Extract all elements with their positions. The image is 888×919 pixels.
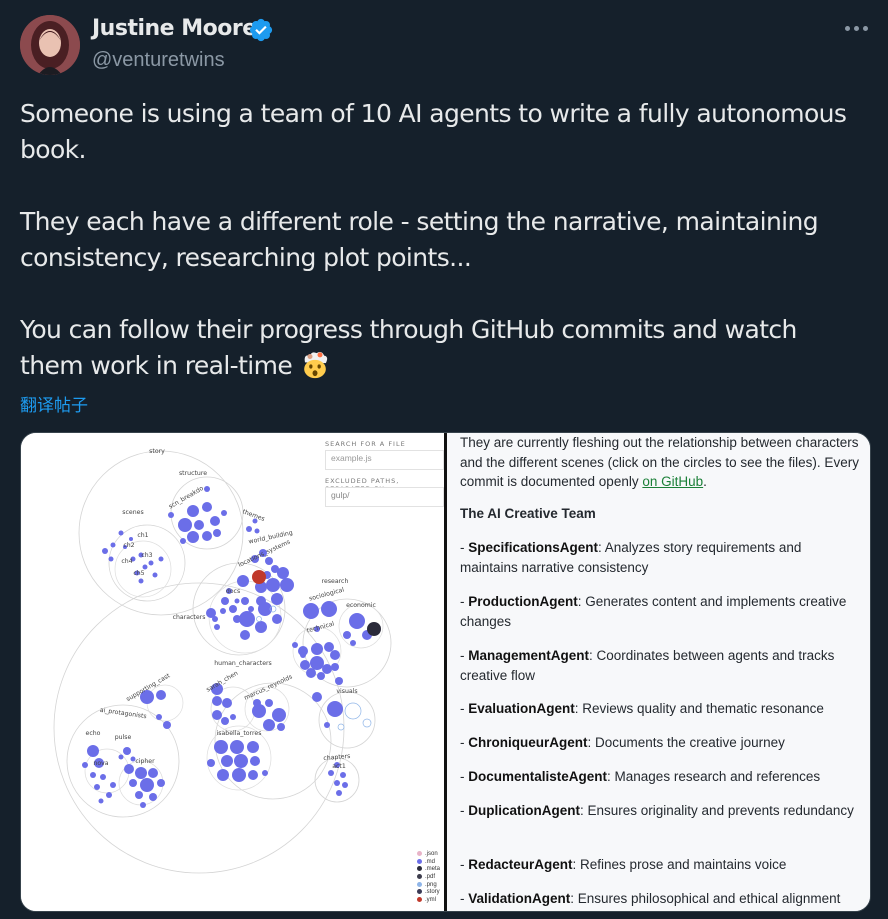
tweet-paragraph-3: You can follow their progress through Gi…: [20, 312, 865, 384]
label-human-characters: human_characters: [214, 660, 272, 667]
search-file-input[interactable]: example.js: [325, 450, 444, 470]
agent-desc: : Reviews quality and thematic resonance: [574, 701, 824, 716]
label-sociological: sociological: [308, 586, 345, 602]
agent-desc: : Manages research and references: [607, 769, 821, 784]
agent-item: - ChroniqueurAgent: Documents the creati…: [460, 735, 785, 750]
label-research: research: [322, 578, 349, 585]
agent-item: - DocumentalisteAgent: Manages research …: [460, 769, 821, 784]
label-story: story: [149, 448, 165, 455]
github-link[interactable]: on GitHub: [642, 474, 703, 489]
more-options-icon[interactable]: [843, 16, 871, 40]
readme-intro: They are currently fleshing out the rela…: [460, 433, 860, 492]
agent-item: - RedacteurAgent: Refines prose and main…: [460, 857, 787, 872]
exploding-head-emoji: [303, 351, 327, 379]
label-chapters: chapters: [323, 753, 351, 762]
repo-visualization[interactable]: story structure scenes ch1 ch2 ch3 ch4 c…: [21, 433, 444, 911]
file-type-legend: .json .md .meta .pdf .png .story .yml: [417, 851, 440, 905]
agent-name: ValidationAgent: [468, 891, 571, 906]
label-ch4: ch4: [121, 558, 132, 565]
meta-file-bubble: [367, 622, 381, 636]
label-cipher: cipher: [135, 758, 155, 765]
readme-panel: They are currently fleshing out the rela…: [447, 433, 870, 911]
label-docs: docs: [226, 588, 240, 595]
agent-item: - DuplicationAgent: Ensures originality …: [460, 803, 854, 818]
legend-item-meta: .meta: [417, 866, 440, 874]
label-ch3: ch3: [141, 552, 152, 559]
agent-desc: : Documents the creative journey: [587, 735, 785, 750]
author-name[interactable]: Justine Moore: [92, 16, 257, 41]
excluded-paths-input[interactable]: gulp/: [325, 487, 444, 507]
label-economic: economic: [346, 602, 376, 609]
label-scene-breakdown: scn_breakdo: [168, 485, 205, 511]
agent-desc: : Ensures originality and prevents redun…: [580, 803, 854, 818]
agent-name: ManagementAgent: [468, 648, 590, 663]
avatar-portrait: [20, 15, 80, 75]
intro-end: .: [703, 474, 707, 489]
label-ch5: ch5: [133, 570, 144, 577]
media-card[interactable]: story structure scenes ch1 ch2 ch3 ch4 c…: [20, 432, 871, 912]
label-locations-systems: locations_systems: [237, 539, 291, 569]
label-nova: nova: [93, 760, 108, 767]
search-file-label: SEARCH FOR A FILE: [325, 440, 406, 448]
agent-name: ProductionAgent: [468, 594, 578, 609]
agent-name: DuplicationAgent: [468, 803, 580, 818]
tweet-paragraph-3-text: You can follow their progress through Gi…: [20, 315, 797, 380]
agent-name: EvaluationAgent: [468, 701, 575, 716]
agent-desc: : Refines prose and maintains voice: [572, 857, 787, 872]
label-visuals: visuals: [336, 688, 357, 695]
agent-name: SpecificationsAgent: [468, 540, 599, 555]
agent-item: - SpecificationsAgent: Analyzes story re…: [460, 540, 802, 575]
label-structure: structure: [179, 470, 207, 477]
yml-file-bubble: [252, 570, 266, 584]
agent-name: RedacteurAgent: [468, 857, 573, 872]
characters-circle: [53, 582, 345, 874]
legend-item-json: .json: [417, 851, 440, 859]
agent-item: - ManagementAgent: Coordinates between a…: [460, 648, 835, 683]
label-echo: echo: [86, 730, 101, 737]
legend-item-yml: .yml: [417, 897, 440, 905]
label-act1: act1: [332, 763, 346, 770]
label-ai-protagonists: ai_protagonists: [99, 707, 147, 720]
tweet-paragraph-1: Someone is using a team of 10 AI agents …: [20, 99, 847, 164]
legend-item-pdf: .pdf: [417, 874, 440, 882]
tweet-paragraph-2: They each have a different role - settin…: [20, 207, 819, 272]
author-avatar[interactable]: [20, 15, 80, 75]
agent-name: DocumentalisteAgent: [468, 769, 608, 784]
label-pulse: pulse: [115, 734, 132, 741]
label-technical: technical: [306, 620, 335, 634]
legend-item-png: .png: [417, 881, 440, 890]
legend-item-md: .md: [417, 858, 440, 867]
agent-item: - ValidationAgent: Ensures philosophical…: [460, 891, 841, 906]
translate-post-link[interactable]: 翻译帖子: [20, 391, 88, 416]
agent-desc: : Ensures philosophical and ethical alig…: [570, 891, 841, 906]
label-scenes: scenes: [122, 509, 143, 516]
verified-badge-icon: [249, 18, 273, 42]
agent-item: - ProductionAgent: Generates content and…: [460, 594, 847, 629]
legend-item-story: .story: [417, 889, 440, 897]
agent-item: - EvaluationAgent: Reviews quality and t…: [460, 701, 824, 716]
label-ch1: ch1: [137, 532, 148, 539]
author-handle[interactable]: @venturetwins: [92, 49, 225, 72]
label-isabella-torres: isabella_torres: [217, 730, 262, 737]
tweet-text: Someone is using a team of 10 AI agents …: [20, 96, 865, 384]
label-ch2: ch2: [123, 542, 134, 549]
team-title: The AI Creative Team: [460, 506, 596, 521]
agent-name: ChroniqueurAgent: [468, 735, 588, 750]
ai-protagonists-circle: [66, 704, 180, 818]
label-characters: characters: [173, 614, 206, 621]
